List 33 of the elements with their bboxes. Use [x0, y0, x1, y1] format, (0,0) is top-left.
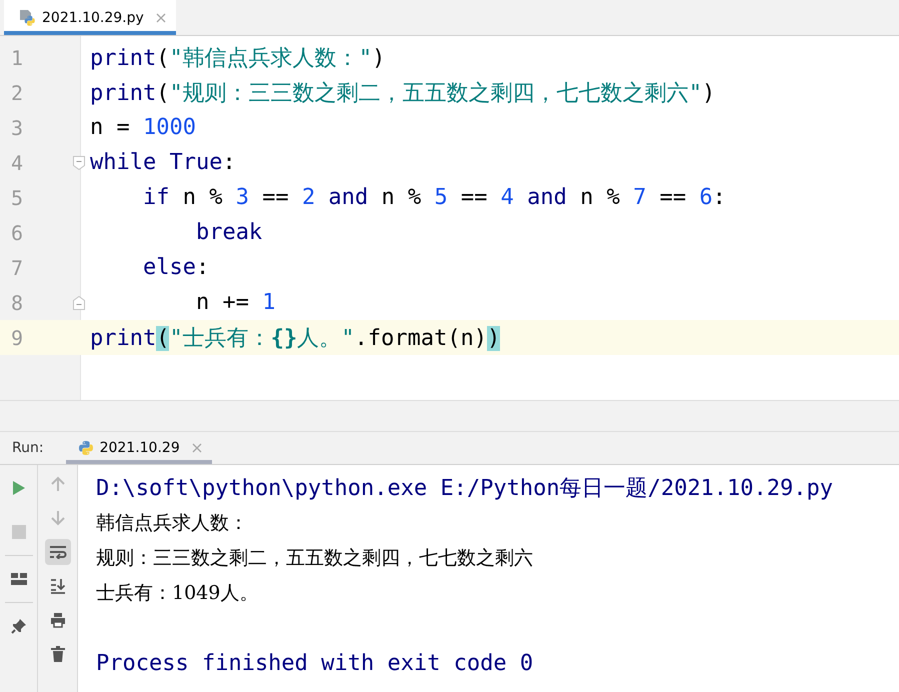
line-number: 8 [10, 290, 24, 314]
code-line: print("士兵有：{}人。".format(n)) [90, 324, 500, 352]
code-line: break [196, 220, 262, 245]
code-line: n = 1000 [90, 115, 196, 140]
line-number: 6 [10, 220, 24, 244]
line-number: 1 [10, 46, 24, 70]
line-number: 3 [10, 116, 24, 140]
line-number: 2 [10, 80, 24, 104]
run-tab[interactable]: 2021.10.29 [66, 432, 212, 464]
fold-marker-icon[interactable] [73, 156, 85, 170]
line-number: 7 [10, 256, 24, 280]
run-label: Run: [11, 440, 45, 456]
code-line: else: [142, 255, 210, 280]
code-line: n += 1 [196, 290, 276, 315]
code-line: print("韩信点兵求人数：") [90, 44, 386, 72]
python-file-icon [18, 8, 36, 26]
console-output-line: 规则：三三数之剩二，五五数之剩四，七七数之剩六 [96, 546, 534, 571]
code-line: print("规则：三三数之剩二，五五数之剩四，七七数之剩六") [90, 80, 716, 108]
close-icon[interactable] [192, 443, 202, 453]
console-output-line: 韩信点兵求人数： [96, 511, 249, 536]
console-output-line: Process finished with exit code 0 [96, 650, 534, 678]
line-number: 5 [10, 186, 24, 210]
line-number: 4 [10, 150, 24, 174]
console-output-line: D:\soft\python\python.exe E:/Python每日一题/2021.10.29.py [96, 475, 834, 503]
line-number: 9 [10, 326, 24, 350]
soft-wrap-icon[interactable] [44, 539, 70, 565]
code-line: while True: [90, 150, 236, 175]
close-icon[interactable] [156, 12, 166, 22]
console-output-line: 士兵有：1049人。 [96, 581, 260, 606]
file-tab[interactable]: 2021.10.29.py [4, 0, 176, 35]
code-line: if n % 3 == 2 and n % 5 == 4 and n % 7 == 6: [142, 185, 726, 210]
fold-marker-icon[interactable] [73, 296, 85, 310]
python-icon [78, 440, 94, 456]
